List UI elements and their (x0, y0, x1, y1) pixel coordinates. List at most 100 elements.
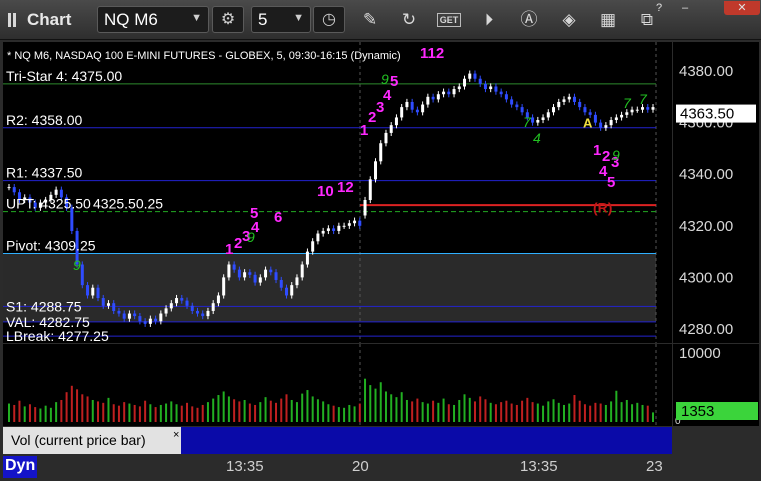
volume-bar (473, 401, 476, 422)
candle-body (599, 122, 603, 128)
volume-bar (384, 391, 387, 422)
close-icon[interactable]: × (173, 429, 179, 441)
pencil-icon[interactable]: ✎ (359, 9, 381, 31)
candle-body (206, 310, 210, 317)
volume-bar (180, 405, 183, 422)
volume-bar (117, 405, 120, 422)
volume-bar (573, 395, 576, 422)
volume-bar (196, 407, 199, 422)
volume-bar (186, 402, 189, 422)
candle-body (400, 107, 404, 118)
volume-bar (133, 404, 136, 422)
toolbar: Chart NQ M6 ▼ ⚙ 5 ▼ ◷ ✎ ↻ GET ⏵ Ⓐ ◈ ▦ ⧉ … (0, 0, 761, 40)
volume-axis[interactable]: 10000 0 1353 (673, 344, 759, 427)
level-label: R1: 4337.50 (6, 165, 82, 181)
get-icon[interactable]: GET (437, 13, 461, 27)
candle-body (572, 96, 576, 102)
volume-bar (8, 403, 10, 422)
candle-body (232, 264, 236, 270)
volume-bar (23, 406, 26, 422)
volume-bar (337, 407, 340, 422)
interval-selector[interactable]: 5 ▼ (251, 6, 311, 33)
candle-body (227, 264, 231, 278)
price-axis[interactable]: 4380.00 4360.00 4340.00 4320.00 4300.00 4280.… (673, 42, 759, 343)
volume-bar (259, 402, 262, 422)
grid-icon[interactable]: ▦ (597, 9, 619, 31)
volume-bar (86, 396, 89, 422)
volume-bar (65, 392, 68, 422)
app-title: Chart (27, 10, 72, 29)
volume-bar (353, 406, 356, 422)
play-icon[interactable]: ⏵ (478, 9, 500, 31)
volume-bar (154, 407, 157, 422)
setup-count: 9 (247, 229, 255, 245)
setup-count: 9 (612, 147, 620, 163)
candle-body (106, 303, 110, 306)
candle-body (536, 120, 540, 123)
volume-indicator-label[interactable]: Vol (current price bar) (3, 427, 181, 454)
level-label: Tri-Star 4: 4375.00 (6, 68, 122, 84)
candle-body (216, 295, 220, 304)
a-marker-icon[interactable]: Ⓐ (518, 9, 540, 31)
volume-bar (437, 402, 440, 422)
candle-body (148, 318, 152, 324)
volume-tick-label: 10000 (679, 345, 721, 362)
level-label: S1: 4288.75 (6, 298, 82, 314)
volume-bar (206, 402, 209, 422)
volume-bar (306, 390, 309, 422)
volume-bar (70, 385, 73, 422)
candle-body (169, 303, 173, 309)
setup-count: 7 (523, 114, 532, 130)
candle-body (567, 96, 571, 100)
volume-bar (557, 402, 560, 422)
candle-body (311, 241, 315, 252)
help-button[interactable]: ? (648, 1, 670, 15)
minimize-button[interactable]: – (674, 1, 696, 15)
price-tick-label: 4320.00 (679, 218, 733, 235)
candle-body (190, 305, 194, 311)
volume-axis-svg: 1000001353 (675, 345, 758, 427)
volume-bar (552, 399, 555, 422)
candle-body (431, 96, 435, 100)
candle-body (300, 264, 304, 278)
volume-bar (641, 404, 644, 422)
diamond-icon[interactable]: ◈ (558, 9, 580, 31)
refresh-icon[interactable]: ↻ (398, 9, 420, 31)
candle-body (541, 117, 545, 121)
dynamic-mode-button[interactable]: Dyn (3, 456, 37, 478)
volume-bar (102, 402, 105, 422)
volume-bar (322, 401, 325, 422)
volume-bar (610, 401, 613, 422)
volume-bar (170, 401, 173, 422)
clock-icon[interactable]: ◷ (313, 6, 345, 33)
volume-bar (463, 394, 466, 422)
price-chart-pane[interactable]: * NQ M6, NASDAQ 100 E-MINI FUTURES - GLO… (3, 42, 672, 343)
symbol-selector[interactable]: NQ M6 ▼ (97, 6, 209, 33)
volume-bar (510, 403, 513, 422)
volume-bar (290, 399, 293, 422)
volume-bar (625, 399, 628, 422)
candle-body (305, 251, 309, 265)
volume-bar (55, 402, 58, 422)
volume-bar (432, 400, 435, 422)
candle-body (264, 269, 268, 278)
candle-body (415, 109, 419, 113)
chart-header: * NQ M6, NASDAQ 100 E-MINI FUTURES - GLO… (7, 50, 401, 62)
volume-bar (34, 407, 37, 422)
volume-pane[interactable] (3, 344, 672, 426)
volume-bar (159, 404, 162, 422)
volume-bar (364, 378, 367, 422)
volume-bar (343, 407, 346, 422)
close-button[interactable]: ✕ (724, 1, 760, 15)
settings-icon[interactable]: ⚙ (212, 6, 244, 33)
candle-body (494, 86, 498, 92)
candle-body (326, 228, 330, 231)
volume-bar (60, 399, 63, 422)
setup-number: 5 (607, 174, 615, 191)
candle-body (86, 285, 90, 296)
price-axis-svg: 4380.004360.004340.004320.004300.004280.… (676, 63, 756, 338)
candle-body (211, 303, 215, 311)
candle-body (635, 109, 639, 111)
volume-bar (604, 404, 607, 422)
volume-bar (484, 399, 487, 422)
